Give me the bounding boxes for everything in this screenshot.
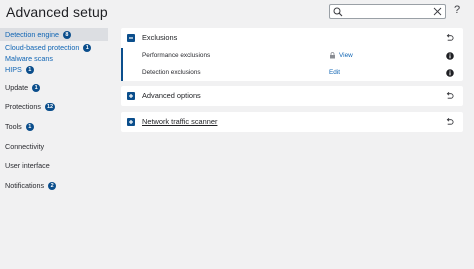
count-badge: 2 — [48, 181, 57, 190]
revert-icon[interactable] — [445, 91, 454, 100]
header: Advanced setup ? — [0, 0, 474, 27]
detection-exclusions-row: Detection exclusions Edit — [121, 65, 463, 81]
edit-link[interactable]: Edit — [329, 69, 340, 76]
sidebar-item-label: HIPS — [5, 65, 22, 74]
section-title: Advanced options — [142, 91, 201, 100]
page-title: Advanced setup — [6, 4, 108, 20]
sidebar-item-label: Update — [5, 83, 29, 92]
sidebar-item-label: Protections — [5, 102, 41, 111]
count-badge: 8 — [62, 30, 71, 39]
plus-icon — [129, 94, 133, 98]
revert-icon[interactable] — [445, 33, 454, 42]
sidebar-item-label: Notifications — [5, 181, 45, 190]
advanced-options-header[interactable]: Advanced options — [121, 86, 463, 106]
sidebar-item-protections[interactable]: Protections 12 — [0, 100, 108, 113]
search-icon — [333, 7, 343, 17]
exclusions-panel: Exclusions Performance exclusions View D… — [121, 28, 463, 81]
help-button[interactable]: ? — [454, 4, 460, 16]
sidebar-item-hips[interactable]: HIPS 1 — [0, 63, 108, 76]
setting-label: Performance exclusions — [142, 52, 211, 59]
network-traffic-scanner-header[interactable]: Network traffic scanner — [121, 112, 463, 132]
count-badge: 1 — [25, 65, 34, 74]
minus-icon — [129, 37, 133, 39]
expand-toggle[interactable] — [127, 118, 135, 126]
collapse-toggle[interactable] — [127, 34, 135, 42]
count-badge: 12 — [44, 102, 56, 111]
section-title[interactable]: Network traffic scanner — [142, 117, 217, 126]
sidebar-item-connectivity[interactable]: Connectivity — [0, 140, 108, 153]
view-link[interactable]: View — [329, 52, 353, 59]
edit-link-label: Edit — [329, 69, 341, 76]
sidebar-item-label: Malware scans — [5, 54, 53, 63]
network-traffic-scanner-panel[interactable]: Network traffic scanner — [121, 112, 463, 132]
sidebar-item-detection-engine[interactable]: Detection engine 8 — [0, 28, 108, 41]
search-input[interactable] — [329, 4, 446, 19]
revert-icon[interactable] — [445, 117, 454, 126]
info-icon[interactable] — [446, 52, 454, 60]
sidebar-item-label: Detection engine — [5, 30, 59, 39]
plus-icon — [129, 120, 133, 124]
clear-search-icon[interactable] — [433, 7, 442, 16]
sidebar-item-label: Tools — [5, 122, 22, 131]
setting-label: Detection exclusions — [142, 69, 201, 76]
performance-exclusions-row: Performance exclusions View — [121, 48, 463, 64]
lock-icon — [330, 52, 335, 59]
view-link-label: View — [339, 52, 353, 59]
info-icon[interactable] — [446, 69, 454, 77]
advanced-options-panel[interactable]: Advanced options — [121, 86, 463, 106]
sidebar-item-notifications[interactable]: Notifications 2 — [0, 179, 108, 192]
exclusions-header[interactable]: Exclusions — [121, 28, 463, 48]
sidebar: Detection engine 8 Cloud-based protectio… — [0, 27, 112, 269]
count-badge: 1 — [32, 83, 41, 92]
expand-toggle[interactable] — [127, 92, 135, 100]
count-badge: 1 — [25, 122, 34, 131]
sidebar-item-label: User interface — [5, 161, 50, 170]
sidebar-item-update[interactable]: Update 1 — [0, 81, 108, 94]
count-badge: 1 — [83, 43, 92, 52]
sidebar-item-tools[interactable]: Tools 1 — [0, 120, 108, 133]
sidebar-item-user-interface[interactable]: User interface — [0, 159, 108, 172]
section-title: Exclusions — [142, 33, 178, 42]
sidebar-item-label: Connectivity — [5, 142, 45, 151]
sidebar-item-label: Cloud-based protection — [5, 43, 80, 52]
